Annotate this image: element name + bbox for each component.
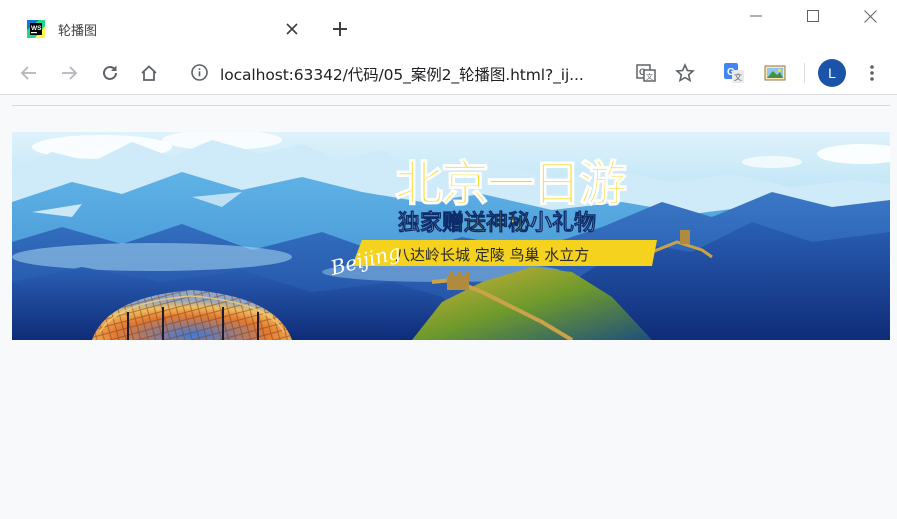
forward-arrow-icon[interactable] xyxy=(55,59,83,87)
home-icon[interactable] xyxy=(135,59,163,87)
top-border-line xyxy=(12,105,890,106)
back-arrow-icon[interactable] xyxy=(15,59,43,87)
svg-text:文: 文 xyxy=(646,72,653,81)
reload-icon[interactable] xyxy=(96,59,124,87)
close-window-icon[interactable] xyxy=(842,0,897,32)
tagline-part1: 独家 xyxy=(398,210,443,236)
tagline-part2: 小礼物 xyxy=(530,210,596,236)
tab-title: 轮播图 xyxy=(58,24,98,39)
banner-tagline: 独家赠送神秘小礼物 xyxy=(398,210,596,236)
tagline-highlight: 赠送神秘 xyxy=(442,210,530,236)
menu-kebab-icon[interactable] xyxy=(858,59,886,87)
bookmark-star-icon[interactable] xyxy=(671,59,699,87)
info-icon[interactable] xyxy=(190,63,209,82)
url-text: localhost:63342/代码/05_案例2_轮播图.html?_ij..… xyxy=(220,66,584,84)
browser-toolbar: localhost:63342/代码/05_案例2_轮播图.html?_ij..… xyxy=(0,50,897,95)
page-content: 北京一日游 独家赠送神秘小礼物 八达岭长城 定陵 鸟巢 水立方 Beijing xyxy=(0,96,897,519)
carousel-banner[interactable]: 北京一日游 独家赠送神秘小礼物 八达岭长城 定陵 鸟巢 水立方 Beijing xyxy=(12,132,890,340)
svg-text:文: 文 xyxy=(734,72,742,82)
minimize-icon[interactable] xyxy=(728,0,784,32)
google-translate-extension-icon[interactable]: G 文 xyxy=(720,59,748,87)
image-extension-icon[interactable] xyxy=(761,59,789,87)
banner-headline: 北京一日游 xyxy=(395,156,626,212)
tab-strip: WS 轮播图 xyxy=(0,0,897,50)
translate-icon[interactable]: G 文 xyxy=(632,59,660,87)
address-bar[interactable]: localhost:63342/代码/05_案例2_轮播图.html?_ij..… xyxy=(180,56,710,89)
new-tab-icon[interactable] xyxy=(327,16,353,42)
maximize-icon[interactable] xyxy=(785,0,841,32)
webstorm-icon: WS xyxy=(27,20,45,38)
svg-text:WS: WS xyxy=(31,25,42,32)
close-tab-icon[interactable] xyxy=(280,17,304,41)
toolbar-divider xyxy=(804,63,805,83)
banner-sites: 八达岭长城 定陵 鸟巢 水立方 xyxy=(395,246,589,264)
profile-avatar[interactable]: L xyxy=(818,59,846,87)
browser-tab[interactable]: WS 轮播图 xyxy=(12,8,310,50)
banner-image: 北京一日游 独家赠送神秘小礼物 八达岭长城 定陵 鸟巢 水立方 Beijing xyxy=(12,132,890,340)
